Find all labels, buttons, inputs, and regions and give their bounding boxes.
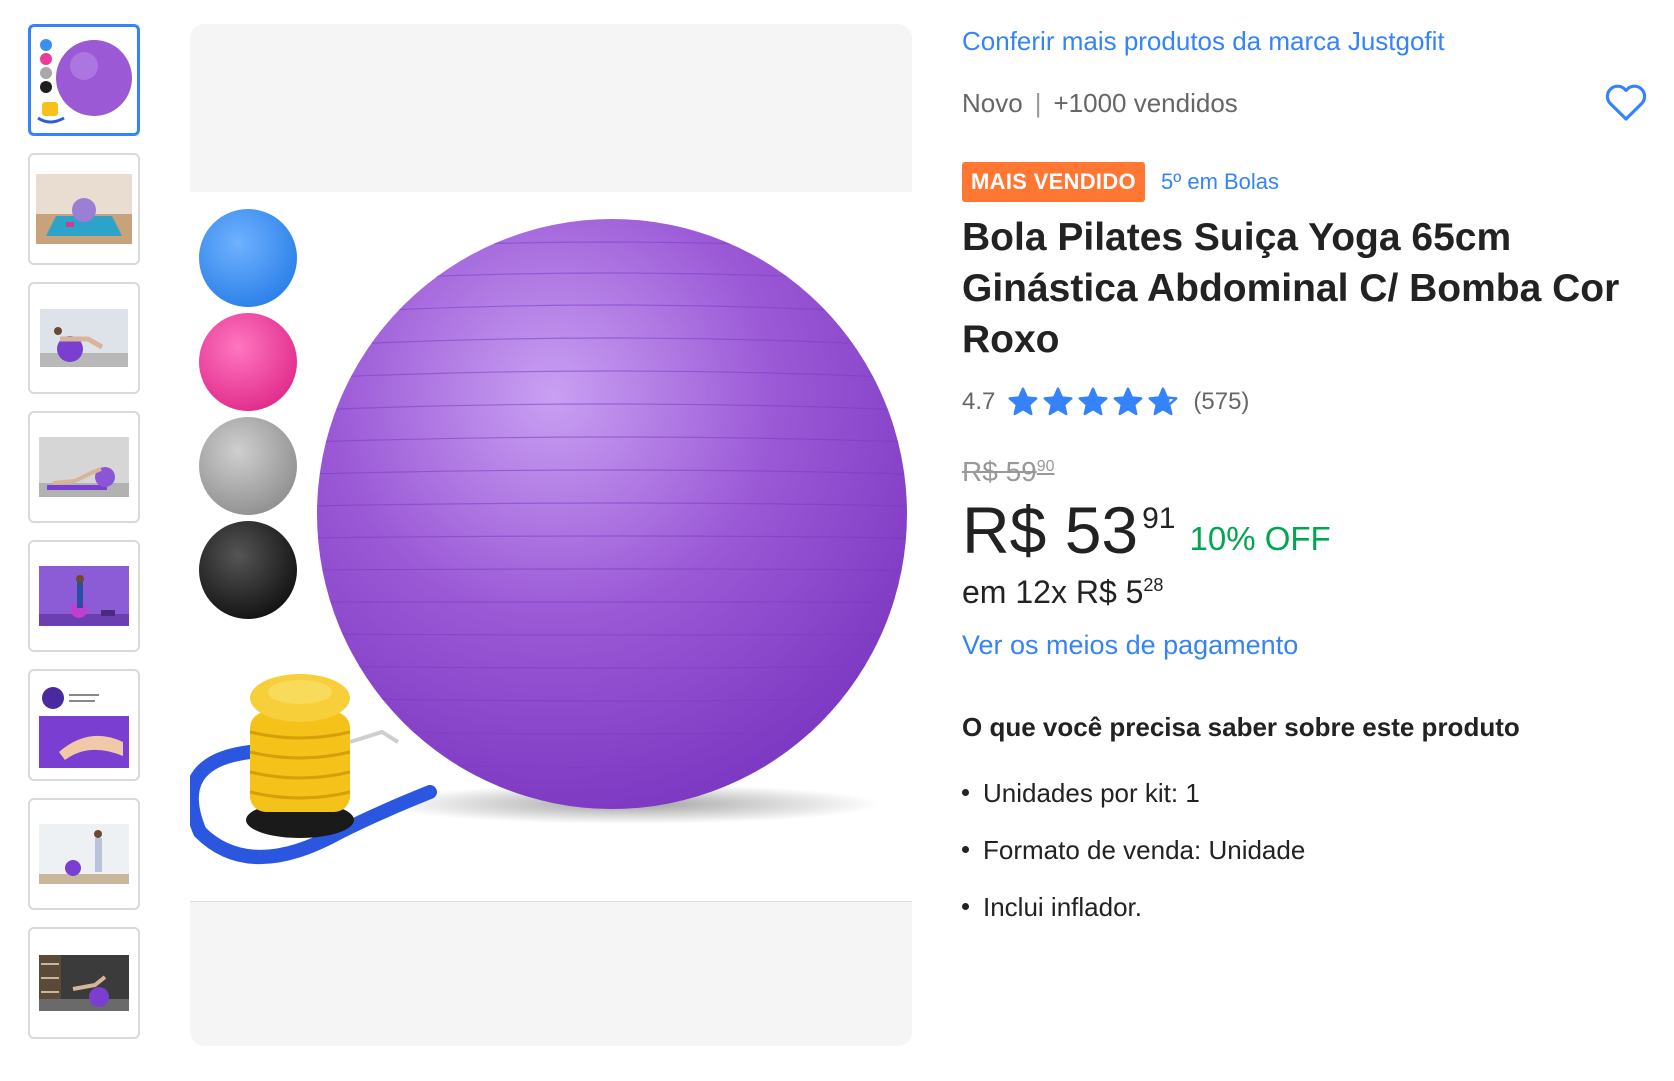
installments: em 12x R$ 528 <box>962 574 1163 611</box>
thumbnail-6[interactable] <box>28 669 140 781</box>
main-product-photo <box>190 192 912 902</box>
bullet-icon <box>962 788 969 796</box>
feature-item: Unidades por kit: 1 <box>962 778 1305 808</box>
current-price: R$ 53 91 10% OFF <box>962 494 1331 566</box>
price-whole: R$ 53 <box>962 493 1139 567</box>
thumb-ball-image <box>37 39 132 124</box>
thumb-ball-mat-image <box>36 174 132 244</box>
thumbnail-8[interactable] <box>28 927 140 1039</box>
discount-label: 10% OFF <box>1189 520 1331 557</box>
thumbnail-list <box>28 24 142 1056</box>
thumbnail-3[interactable] <box>28 282 140 394</box>
feature-text: Formato de venda: Unidade <box>983 835 1306 865</box>
feature-text: Inclui inflador. <box>983 892 1142 922</box>
review-count: (575) <box>1193 388 1250 415</box>
purple-ball-image <box>190 209 907 864</box>
star-half-icon <box>1148 387 1178 416</box>
favorite-heart-icon[interactable] <box>1602 78 1650 126</box>
image-divider <box>190 901 912 902</box>
feature-text: Unidades por kit: 1 <box>983 778 1200 808</box>
rating-stars <box>1007 386 1179 418</box>
product-title: Bola Pilates Suiça Yoga 65cm Ginástica A… <box>962 216 1620 361</box>
feature-item: Formato de venda: Unidade <box>962 835 1305 865</box>
bullet-icon <box>962 902 969 910</box>
condition-separator: | <box>1034 88 1042 118</box>
badges-row: MAIS VENDIDO 5º em Bolas <box>962 162 1279 202</box>
original-price: R$ 5990 <box>962 456 1055 488</box>
thumbnail-4[interactable] <box>28 411 140 523</box>
rating-row[interactable]: 4.7 (575) <box>962 386 1249 418</box>
thumbnail-1[interactable] <box>28 24 140 136</box>
bullet-icon <box>962 845 969 853</box>
star-icon <box>1008 387 1038 416</box>
star-icon <box>1113 387 1143 416</box>
installments-text: em 12x R$ 5 <box>962 574 1144 610</box>
thumb-living-room-image <box>39 955 129 1011</box>
condition-label: Novo <box>962 88 1023 118</box>
brand-link[interactable]: Conferir mais produtos da marca Justgofi… <box>962 26 1445 57</box>
installments-cents: 28 <box>1143 575 1164 595</box>
best-seller-badge: MAIS VENDIDO <box>962 162 1145 202</box>
features-list: Unidades por kit: 1 Formato de venda: Un… <box>962 778 1305 949</box>
thumbnail-2[interactable] <box>28 153 140 265</box>
feature-item: Inclui inflador. <box>962 892 1305 922</box>
main-image-container[interactable] <box>190 24 912 1046</box>
thumb-woman-exercise-2-image <box>39 437 129 497</box>
star-icon <box>1078 387 1108 416</box>
sold-count: +1000 vendidos <box>1053 88 1238 118</box>
payment-methods-link[interactable]: Ver os meios de pagamento <box>962 630 1298 661</box>
original-price-cents: 90 <box>1036 458 1055 475</box>
thumbnail-7[interactable] <box>28 798 140 910</box>
thumb-woman-standing-image <box>39 824 129 884</box>
thumb-material-detail-image <box>39 682 129 768</box>
thumbnail-5[interactable] <box>28 540 140 652</box>
rating-score: 4.7 <box>962 388 996 415</box>
features-heading: O que você precisa saber sobre este prod… <box>962 712 1520 742</box>
thumb-woman-purple-image <box>39 566 129 626</box>
thumb-woman-exercise-1-image <box>40 309 128 367</box>
category-rank-link[interactable]: 5º em Bolas <box>1161 169 1279 195</box>
condition-line: Novo | +1000 vendidos <box>962 88 1238 119</box>
star-icon <box>1043 387 1073 416</box>
price-cents: 91 <box>1142 502 1176 535</box>
original-price-whole: R$ 59 <box>962 456 1037 487</box>
